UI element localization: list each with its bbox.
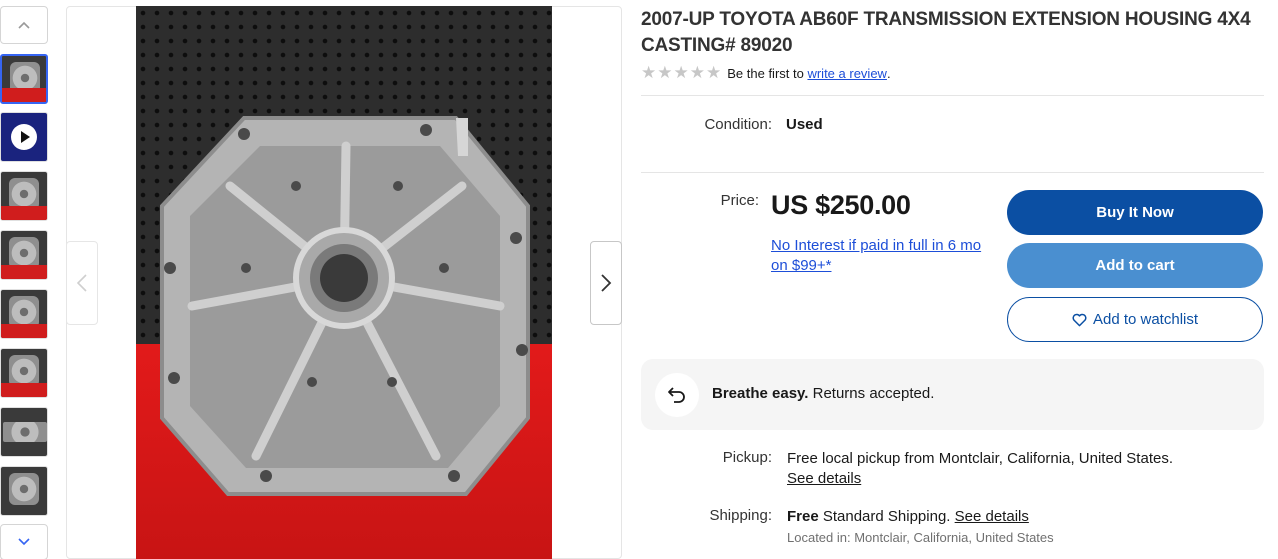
shipping-text: Standard Shipping.: [822, 508, 951, 525]
divider: [641, 95, 1264, 96]
pickup-value: Free local pickup from Montclair, Califo…: [787, 449, 1257, 489]
add-to-cart-button[interactable]: Add to cart: [1007, 243, 1263, 288]
shipping-label: Shipping:: [709, 507, 772, 524]
heart-icon: [1072, 313, 1087, 326]
financing-offer-link[interactable]: No Interest if paid in full in 6 mo on $…: [771, 236, 985, 276]
thumbnail-video[interactable]: [0, 112, 48, 162]
thumbnail-6[interactable]: [0, 348, 48, 398]
review-prompt: Be the first to: [727, 65, 804, 81]
pickup-text: Free local pickup from Montclair, Califo…: [787, 450, 1173, 467]
star-icon: ★: [673, 63, 689, 82]
chevron-right-icon: [601, 274, 612, 292]
thumbnail-8[interactable]: [0, 466, 48, 516]
star-icon: ★: [657, 63, 673, 82]
item-title: 2007-UP TOYOTA AB60F TRANSMISSION EXTENS…: [641, 9, 1251, 56]
returns-bold: Breathe easy.: [712, 385, 809, 402]
star-icon: ★: [689, 63, 705, 82]
pickup-label: Pickup:: [722, 449, 772, 466]
thumbnail-scroll-down-button[interactable]: [0, 524, 48, 559]
thumbnail-7[interactable]: [0, 407, 48, 457]
thumbnail-5[interactable]: [0, 289, 48, 339]
buy-it-now-label: Buy It Now: [1096, 204, 1174, 221]
write-review-link[interactable]: write a review: [807, 66, 886, 81]
star-rating: ★ ★ ★ ★ ★: [641, 64, 721, 82]
thumbnail-4[interactable]: [0, 230, 48, 280]
thumbnail-rail: [0, 0, 50, 559]
condition-label: Condition:: [704, 116, 772, 133]
next-image-button[interactable]: [590, 241, 622, 325]
chevron-left-icon: [76, 274, 87, 292]
main-product-image[interactable]: [136, 6, 552, 559]
rating-row: ★ ★ ★ ★ ★ Be the first to write a review…: [641, 64, 891, 82]
return-arrow-icon: [655, 373, 699, 417]
add-to-watchlist-label: Add to watchlist: [1092, 311, 1199, 328]
star-icon: ★: [641, 63, 657, 82]
transmission-housing-image: [160, 116, 530, 496]
add-to-cart-label: Add to cart: [1095, 257, 1175, 274]
add-to-watchlist-button[interactable]: Add to watchlist: [1007, 297, 1263, 342]
condition-value: Used: [786, 116, 823, 133]
divider: [641, 172, 1264, 173]
returns-detail: Returns accepted.: [812, 385, 935, 402]
review-suffix: .: [886, 65, 891, 81]
pickup-see-details-link[interactable]: See details: [787, 470, 861, 487]
price-value: US $250.00: [771, 190, 911, 220]
returns-text: Breathe easy. Returns accepted.: [712, 385, 934, 402]
buy-it-now-button[interactable]: Buy It Now: [1007, 190, 1263, 235]
shipping-free: Free: [787, 508, 819, 525]
play-icon: [11, 124, 37, 150]
thumbnail-scroll-up-button[interactable]: [0, 6, 48, 44]
previous-image-button[interactable]: [66, 241, 98, 325]
thumbnail-3[interactable]: [0, 171, 48, 221]
chevron-down-icon: [18, 538, 30, 546]
returns-banner: Breathe easy. Returns accepted.: [641, 359, 1264, 430]
shipping-see-details-link[interactable]: See details: [955, 508, 1029, 525]
shipping-value: Free Standard Shipping. See details: [787, 507, 1257, 527]
thumbnail-1[interactable]: [0, 54, 48, 104]
star-icon: ★: [706, 63, 722, 82]
chevron-up-icon: [18, 21, 30, 29]
price-label: Price:: [720, 192, 759, 209]
item-location: Located in: Montclair, California, Unite…: [787, 530, 1054, 545]
